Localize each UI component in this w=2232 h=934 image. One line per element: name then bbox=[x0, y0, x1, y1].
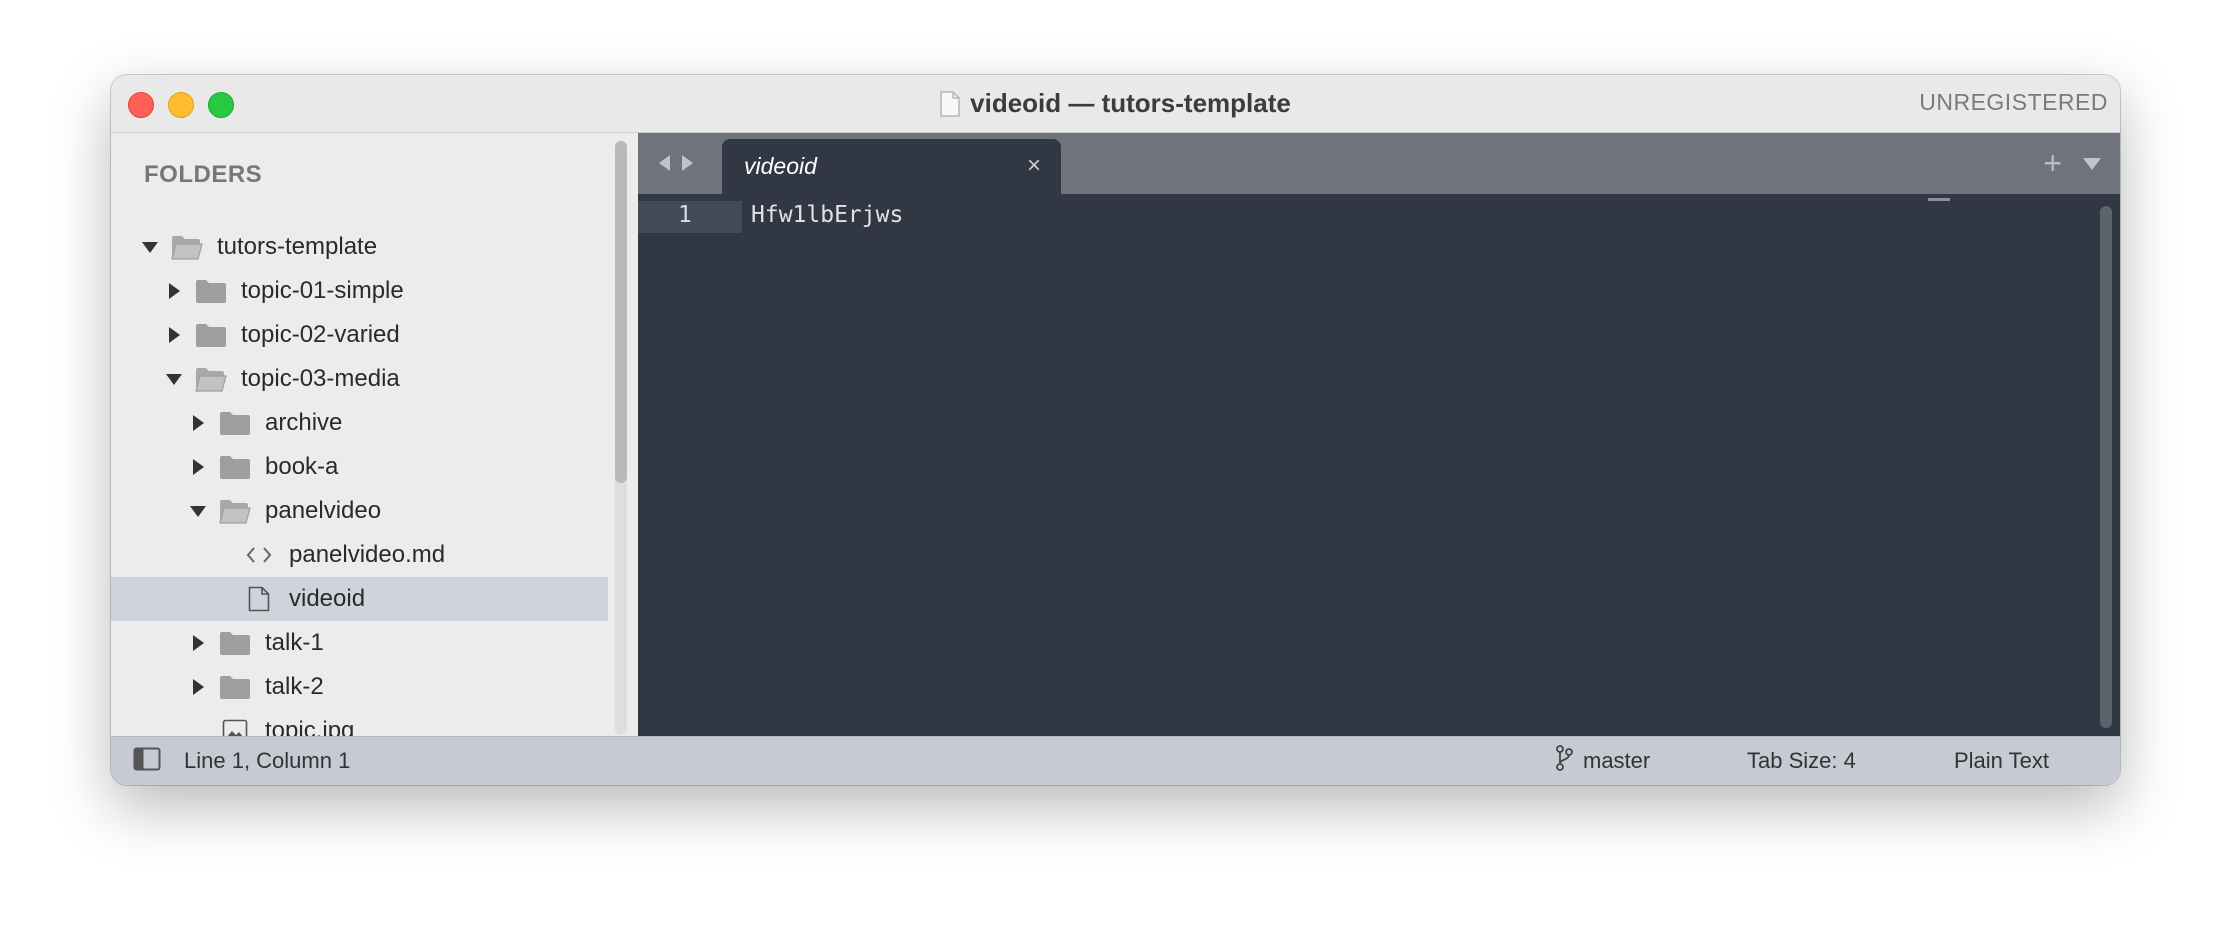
tree-item-label: book-a bbox=[265, 453, 339, 480]
tree-file-row[interactable]: topic.jpg bbox=[111, 709, 608, 737]
line-number: 1 bbox=[678, 202, 692, 228]
tab-menu-chevron-down-icon[interactable] bbox=[2082, 157, 2102, 176]
tree-file-row[interactable]: videoid bbox=[111, 577, 608, 621]
editor-pane[interactable]: 1 Hfw1lbErjws bbox=[638, 194, 2120, 737]
tree-item-label: topic-03-media bbox=[241, 365, 400, 392]
folder-icon bbox=[219, 674, 251, 700]
tab-videoid[interactable]: videoid × bbox=[722, 139, 1061, 194]
sidebar: FOLDERS tutors-template topic-01-simple to… bbox=[111, 133, 638, 737]
tab-close-icon[interactable]: × bbox=[1027, 154, 1041, 178]
tree-file-row[interactable]: panelvideo.md bbox=[111, 533, 608, 577]
next-tab-icon[interactable] bbox=[680, 153, 696, 178]
tree-folder-row[interactable]: topic-02-varied bbox=[111, 313, 608, 357]
minimap[interactable] bbox=[1928, 198, 1950, 201]
disclosure-collapsed-icon[interactable] bbox=[163, 324, 185, 346]
editor-window: videoid — tutors-template UNREGISTERED F… bbox=[111, 75, 2120, 785]
tree-folder-row[interactable]: topic-01-simple bbox=[111, 269, 608, 313]
tab-size-setting[interactable]: Tab Size: 4 bbox=[1747, 748, 1856, 774]
tree-item-label: panelvideo.md bbox=[289, 541, 446, 568]
disclosure-expanded-icon[interactable] bbox=[187, 500, 209, 522]
folder-icon bbox=[195, 278, 227, 304]
disclosure-collapsed-icon[interactable] bbox=[187, 456, 209, 478]
tree-item-label: videoid bbox=[289, 585, 366, 612]
disclosure-collapsed-icon[interactable] bbox=[187, 632, 209, 654]
tree-folder-row[interactable]: talk-2 bbox=[111, 665, 608, 709]
tree-folder-row[interactable]: archive bbox=[111, 401, 608, 445]
disclosure-collapsed-icon[interactable] bbox=[187, 412, 209, 434]
folders-heading: FOLDERS bbox=[144, 161, 263, 188]
tree-item-label: tutors-template bbox=[217, 233, 378, 260]
new-tab-plus-icon[interactable]: + bbox=[2043, 145, 2062, 182]
window-title: videoid — tutors-template bbox=[970, 88, 1291, 118]
git-branch-label[interactable]: master bbox=[1583, 748, 1650, 774]
syntax-setting[interactable]: Plain Text bbox=[1954, 748, 2049, 774]
disclosure-collapsed-icon[interactable] bbox=[187, 676, 209, 698]
document-icon bbox=[940, 90, 960, 117]
disclosure-expanded-icon[interactable] bbox=[139, 236, 161, 258]
folder-icon bbox=[219, 630, 251, 656]
tree-folder-row[interactable]: topic-03-media bbox=[111, 357, 608, 401]
folder-icon bbox=[219, 410, 251, 436]
code-file-icon bbox=[243, 542, 275, 568]
folder-icon bbox=[219, 454, 251, 480]
code-line[interactable]: Hfw1lbErjws bbox=[751, 202, 903, 228]
git-branch-icon bbox=[1555, 745, 1573, 777]
tree-item-label: panelvideo bbox=[265, 497, 382, 524]
unregistered-label: UNREGISTERED bbox=[1919, 89, 2108, 115]
status-bar: Line 1, Column 1 master Tab Size: 4 Plai… bbox=[111, 736, 2120, 785]
tree-folder-row[interactable]: talk-1 bbox=[111, 621, 608, 665]
text-file-icon bbox=[243, 586, 275, 612]
tree-item-label: talk-2 bbox=[265, 673, 324, 700]
sidebar-toggle-icon[interactable] bbox=[133, 747, 161, 777]
tree-folder-row[interactable]: tutors-template bbox=[111, 225, 608, 269]
cursor-position: Line 1, Column 1 bbox=[184, 748, 351, 773]
tree-item-label: topic.jpg bbox=[265, 717, 355, 737]
folder-open-icon bbox=[171, 234, 203, 260]
tree-item-label: topic-01-simple bbox=[241, 277, 404, 304]
title-group: videoid — tutors-template bbox=[111, 75, 2120, 132]
title-bar: videoid — tutors-template UNREGISTERED bbox=[111, 75, 2120, 133]
disclosure-collapsed-icon[interactable] bbox=[163, 280, 185, 302]
disclosure-expanded-icon[interactable] bbox=[163, 368, 185, 390]
folder-open-icon bbox=[195, 366, 227, 392]
tab-label: videoid bbox=[744, 153, 817, 179]
tree-item-label: archive bbox=[265, 409, 343, 436]
previous-tab-icon[interactable] bbox=[656, 153, 672, 178]
tree-folder-row[interactable]: book-a bbox=[111, 445, 608, 489]
folder-open-icon bbox=[219, 498, 251, 524]
tree-item-label: topic-02-varied bbox=[241, 321, 400, 348]
folder-icon bbox=[195, 322, 227, 348]
sidebar-scrollbar-thumb[interactable] bbox=[615, 141, 627, 483]
editor-scrollbar[interactable] bbox=[2100, 206, 2112, 728]
tree-item-label: talk-1 bbox=[265, 629, 324, 656]
tab-nav-arrows bbox=[656, 153, 696, 178]
tab-bar: videoid × + bbox=[638, 133, 2120, 194]
tree-folder-row[interactable]: panelvideo bbox=[111, 489, 608, 533]
image-file-icon bbox=[219, 718, 251, 737]
